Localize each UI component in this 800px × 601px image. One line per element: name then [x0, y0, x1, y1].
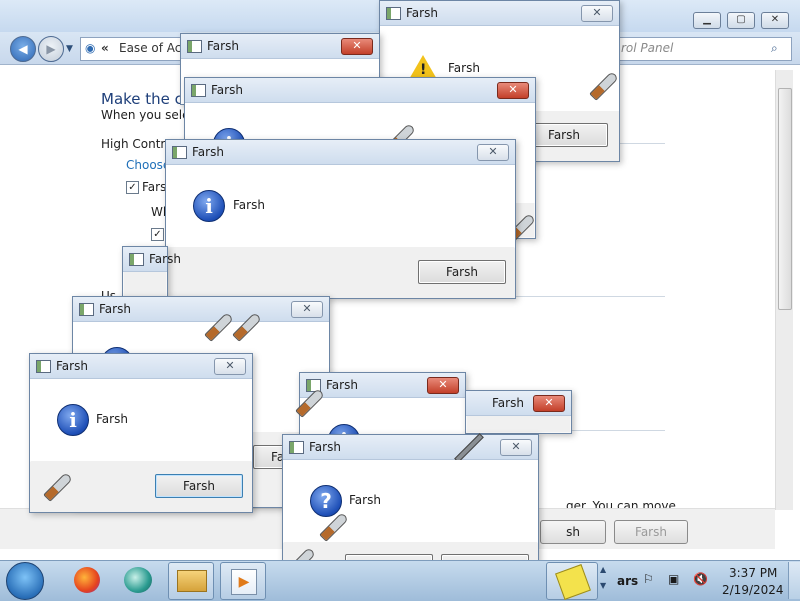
message-window: Farsh: [122, 246, 181, 298]
app-icon: [172, 146, 187, 159]
taskbar-scroll-arrows[interactable]: ▲ ▼: [600, 562, 612, 598]
window-title: Farsh: [309, 440, 341, 454]
window-title: Farsh: [56, 359, 88, 373]
message-text: Farsh: [448, 61, 480, 75]
close-button[interactable]: ✕: [761, 12, 789, 29]
window-body: i Farsh: [166, 165, 515, 247]
forward-button[interactable]: ▶: [38, 36, 64, 62]
clock-date[interactable]: 2/19/2024: [722, 583, 784, 597]
close-button[interactable]: ✕: [533, 395, 565, 412]
window-title: Farsh: [207, 39, 239, 53]
window-titlebar[interactable]: Farsh ✕: [300, 373, 465, 398]
close-button[interactable]: ✕: [214, 358, 246, 375]
window-titlebar[interactable]: Farsh ✕: [466, 391, 571, 416]
window-title: Farsh: [406, 6, 438, 20]
close-button[interactable]: ✕: [427, 377, 459, 394]
window-title: Farsh: [192, 145, 224, 159]
window-title: Farsh: [211, 83, 243, 97]
message-window: Farsh ✕ i Farsh Farsh: [165, 139, 516, 299]
choose-theme-link[interactable]: Choose: [126, 158, 170, 172]
app-icon: [191, 84, 206, 97]
window-titlebar[interactable]: Farsh ✕: [380, 1, 619, 26]
close-button[interactable]: ✕: [291, 301, 323, 318]
media-player-taskbar-button[interactable]: ▶: [220, 562, 266, 600]
page-heading: Make the c: [101, 90, 183, 108]
window-titlebar[interactable]: Farsh ✕: [73, 297, 329, 322]
app-icon: [79, 303, 94, 316]
knife-icon: [589, 71, 619, 101]
window-title: Farsh: [99, 302, 131, 316]
window-titlebar[interactable]: Farsh: [123, 247, 181, 272]
search-icon[interactable]: ⌕: [771, 41, 778, 56]
history-dropdown-icon[interactable]: ▼: [66, 44, 73, 54]
hand-icon: [555, 564, 591, 600]
window-footer: Farsh: [30, 462, 252, 512]
volume-muted-icon[interactable]: 🔇: [693, 572, 708, 586]
dialog-button[interactable]: Farsh: [155, 474, 243, 498]
window-body: i Farsh: [30, 379, 252, 461]
knife-icon: [43, 472, 73, 502]
page-subheading: When you sele: [101, 108, 190, 122]
flag-icon[interactable]: ⚐: [643, 572, 654, 586]
explorer-taskbar-button[interactable]: [168, 562, 214, 600]
window-title: Farsh: [326, 378, 358, 392]
app-icon[interactable]: [120, 562, 154, 598]
ok-button[interactable]: sh: [540, 520, 606, 544]
media-player-icon: ▶: [231, 569, 257, 595]
window-body: ? Farsh: [283, 460, 538, 542]
fork-icon: [454, 433, 484, 463]
show-desktop-button[interactable]: [788, 562, 800, 599]
message-text: Farsh: [96, 412, 128, 426]
firefox-icon[interactable]: [70, 562, 102, 598]
app-icon: [187, 40, 202, 53]
close-button[interactable]: ✕: [500, 439, 532, 456]
close-button[interactable]: ✕: [497, 82, 529, 99]
section-high-contrast: High Contra: [101, 137, 173, 151]
info-icon: i: [57, 404, 89, 436]
minimize-button[interactable]: ▁: [693, 12, 721, 29]
app-taskbar-button[interactable]: [546, 562, 598, 600]
window-titlebar[interactable]: Farsh ✕: [283, 433, 538, 463]
window-title: Farsh: [492, 396, 524, 410]
vertical-scrollbar[interactable]: [775, 70, 793, 510]
window-titlebar[interactable]: Farsh ✕: [166, 140, 515, 165]
breadcrumb[interactable]: Ease of Acc: [119, 41, 188, 55]
clock-time[interactable]: 3:37 PM: [729, 566, 777, 580]
option-checkbox[interactable]: ✓: [151, 228, 164, 241]
scrollbar-thumb[interactable]: [778, 88, 792, 310]
tray-label: ars: [617, 574, 639, 588]
app-icon: [386, 7, 401, 20]
control-panel-icon: ◉: [85, 41, 96, 55]
app-icon: [36, 360, 51, 373]
message-window: Farsh ✕: [465, 390, 572, 434]
app-icon: [129, 253, 144, 266]
message-text: Farsh: [233, 198, 265, 212]
close-button[interactable]: ✕: [477, 144, 509, 161]
app-icon: [289, 441, 304, 454]
window-titlebar[interactable]: Farsh ✕: [185, 78, 535, 103]
section-divider: [570, 430, 665, 431]
network-icon[interactable]: ▣: [668, 572, 679, 586]
window-title: Farsh: [149, 252, 181, 266]
dialog-button[interactable]: Farsh: [418, 260, 506, 284]
message-window: Farsh ✕ i Farsh Farsh: [29, 353, 253, 513]
maximize-button[interactable]: ▢: [727, 12, 755, 29]
high-contrast-checkbox[interactable]: ✓: [126, 181, 139, 194]
info-icon: i: [193, 190, 225, 222]
back-button[interactable]: ◀: [10, 36, 36, 62]
folder-icon: [177, 570, 207, 592]
window-titlebar[interactable]: Farsh ✕: [30, 354, 252, 379]
breadcrumb-overflow-icon[interactable]: «: [101, 41, 109, 55]
apply-button[interactable]: Farsh: [614, 520, 688, 544]
start-button[interactable]: [6, 562, 44, 600]
close-button[interactable]: ✕: [341, 38, 373, 55]
window-footer: Farsh: [166, 248, 515, 298]
search-input[interactable]: rol Panel: [621, 41, 673, 55]
question-icon: ?: [310, 485, 342, 517]
window-titlebar[interactable]: Farsh ✕: [181, 34, 379, 59]
message-text: Farsh: [349, 493, 381, 507]
close-button[interactable]: ✕: [581, 5, 613, 22]
